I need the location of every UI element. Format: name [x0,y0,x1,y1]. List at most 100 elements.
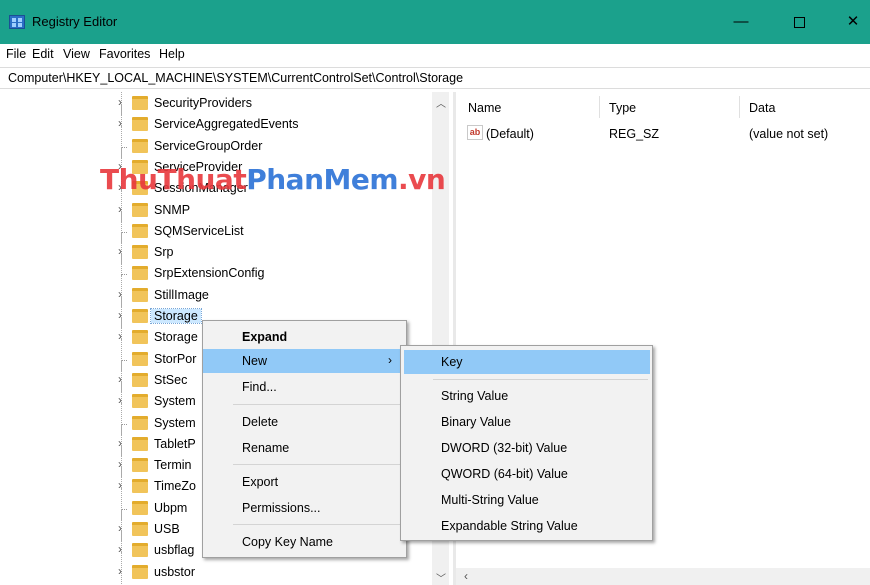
expand-chevron-icon[interactable]: › [118,564,122,578]
folder-icon [132,394,148,409]
tree-item[interactable]: › SecurityProviders [8,92,438,115]
tree-item-label: usbstor [154,564,195,579]
folder-icon [132,436,148,451]
tree-item-label: SrpExtensionConfig [154,266,265,281]
folder-icon [132,287,148,302]
submenu-item-key[interactable]: Key [404,350,650,374]
tree-item-label: StSec [154,372,188,387]
string-value-icon: ab [467,125,483,140]
folder-icon [132,415,148,430]
folder-icon [132,245,148,260]
column-divider[interactable] [599,96,600,118]
registry-editor-icon [9,15,25,29]
context-menu: Expand New › Find... Delete Rename Expor… [202,320,407,558]
tree-item-label: Srp [154,245,174,260]
folder-icon [132,564,148,579]
submenu-item-qword-value[interactable]: QWORD (64-bit) Value [401,462,652,486]
watermark-part: .vn [398,163,446,196]
menu-favorites[interactable]: Favorites [99,47,150,61]
tree-item-label: Storage [150,308,202,324]
tree-item-label: SNMP [154,202,191,217]
tree-item-label: ServiceAggregatedEvents [154,117,299,132]
column-divider[interactable] [739,96,740,118]
submenu-item-expandable-string-value[interactable]: Expandable String Value [401,514,652,538]
maximize-icon [793,16,805,28]
menu-item-copy-key-name[interactable]: Copy Key Name [203,530,406,554]
submenu-item-binary-value[interactable]: Binary Value [401,410,652,434]
menu-separator [433,379,648,380]
folder-icon [132,138,148,153]
folder-icon [132,223,148,238]
menu-view[interactable]: View [63,47,90,61]
folder-icon [132,309,148,323]
menu-file[interactable]: File [6,47,26,61]
tree-item[interactable]: SrpExtensionConfig [8,253,438,286]
menu-separator [233,404,403,405]
tree-item-label: TimeZo [154,479,196,494]
close-button[interactable]: ✕ [830,0,870,44]
tree-item-label: TabletP [154,436,196,451]
menu-item-permissions[interactable]: Permissions... [203,496,406,520]
tree-item-label: StillImage [154,287,209,302]
new-submenu: Key String Value Binary Value DWORD (32-… [400,345,653,541]
menu-item-new[interactable]: New › [203,349,406,373]
tree-item-label: Termin [154,458,192,473]
value-type: REG_SZ [609,127,660,141]
tree-item[interactable]: › StillImage [8,274,438,307]
submenu-item-dword-value[interactable]: DWORD (32-bit) Value [401,436,652,460]
maximize-button[interactable] [776,0,822,44]
scroll-left-icon[interactable]: ‹ [464,569,468,583]
tree-item-label: Ubpm [154,500,188,515]
watermark-part: ThuThuat [100,163,247,196]
values-scrollbar[interactable]: ‹ [456,568,870,585]
column-header-name[interactable]: Name [468,101,501,115]
tree-item-label: System [154,394,196,409]
folder-icon [132,543,148,558]
tree-item-label: ServiceGroupOrder [154,138,263,153]
submenu-item-string-value[interactable]: String Value [401,384,652,408]
folder-icon [132,202,148,217]
folder-icon [132,479,148,494]
menu-edit[interactable]: Edit [32,47,54,61]
tree-item[interactable]: › SNMP [8,189,438,222]
tree-item[interactable]: ServiceGroupOrder [8,125,438,158]
folder-icon [132,266,148,281]
tree-item[interactable]: › usbstor [8,551,438,584]
tree-item-label: SQMServiceList [154,223,244,238]
menu-item-export[interactable]: Export [203,470,406,494]
submenu-item-multi-string-value[interactable]: Multi-String Value [401,488,652,512]
watermark-part: PhanMem [246,163,399,196]
menu-bar: File Edit View Favorites Help [0,44,870,66]
tree-item-label: StorPor [154,351,197,366]
column-header-data[interactable]: Data [749,101,775,115]
tree-item[interactable]: › Srp [8,232,438,265]
minimize-button[interactable]: — [718,0,764,44]
value-row[interactable]: ab (Default) REG_SZ (value not set) [456,125,870,145]
window-title: Registry Editor [32,14,118,29]
menu-item-delete[interactable]: Delete [203,410,406,434]
tree-item-label: usbflag [154,543,195,558]
tree-item-label: Storage [154,330,198,345]
watermark: ThuThuatPhanMem.vn [100,163,446,196]
tree-item-label: USB [154,522,180,536]
title-bar: Registry Editor — ✕ [0,0,870,44]
tree-item[interactable]: › ServiceAggregatedEvents [8,104,438,137]
menu-item-find[interactable]: Find... [203,375,406,399]
folder-icon [132,117,148,132]
folder-icon [132,500,148,515]
tree-item[interactable]: SQMServiceList [8,210,438,243]
folder-icon [132,351,148,366]
folder-icon [132,522,148,536]
folder-icon [132,372,148,387]
folder-icon [132,330,148,345]
folder-icon [132,96,148,110]
column-header-type[interactable]: Type [609,101,636,115]
menu-item-expand[interactable]: Expand [203,325,406,349]
scroll-up-icon[interactable]: ︿ [436,95,446,110]
scroll-down-icon[interactable]: ﹀ [436,570,446,585]
address-bar[interactable]: Computer\HKEY_LOCAL_MACHINE\SYSTEM\Curre… [0,67,870,89]
tree-item-label: SecurityProviders [154,96,252,110]
menu-help[interactable]: Help [159,47,185,61]
value-data: (value not set) [749,127,829,141]
menu-item-rename[interactable]: Rename [203,436,406,460]
